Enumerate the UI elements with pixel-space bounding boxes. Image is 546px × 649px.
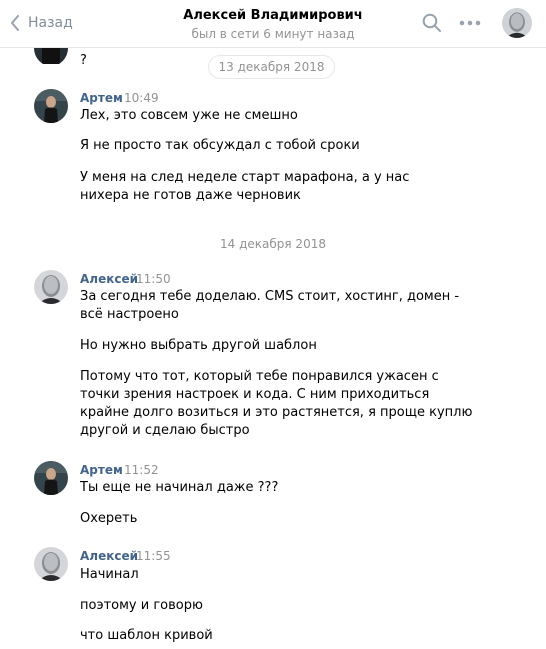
message-author[interactable]: Артем — [80, 91, 123, 105]
message-text: У меня на след неделе старт марафона, а … — [80, 170, 410, 203]
message-text: Но нужно выбрать другой шаблон — [80, 338, 317, 353]
message-text: Охереть — [80, 511, 138, 526]
message-author[interactable]: Артем — [80, 463, 123, 477]
message-text: За сегодня тебе доделаю. CMS стоит, хост… — [80, 289, 460, 322]
message-text: Я не просто так обсуждал с тобой сроки — [80, 138, 360, 153]
contact-avatar[interactable] — [502, 8, 532, 38]
message-text: Ты еще не начинал даже ??? — [80, 480, 279, 495]
message-text: Потому что тот, который тебе понравился … — [80, 369, 473, 438]
message-time[interactable]: 11:52 — [124, 463, 159, 477]
online-status: был в сети 6 минут назад — [191, 27, 355, 41]
message-time[interactable]: 10:49 — [124, 91, 159, 105]
avatar-aleksey[interactable] — [34, 270, 68, 304]
message-author[interactable]: Алексей — [80, 549, 138, 563]
search-icon[interactable] — [422, 13, 442, 33]
message-time[interactable]: 11:50 — [136, 272, 171, 286]
message-text: что шаблон кривой — [80, 628, 213, 643]
message-time[interactable]: 11:55 — [136, 549, 171, 563]
avatar-artem[interactable] — [34, 89, 68, 123]
more-horizontal-icon[interactable] — [459, 20, 481, 26]
date-separator: 14 декабря 2018 — [220, 237, 326, 251]
message-text: Начинал — [80, 567, 139, 582]
date-separator-floating: 13 декабря 2018 — [208, 55, 335, 79]
message-text: Лех, это совсем уже не смешно — [80, 108, 298, 123]
chat-header: Назад Алексей Владимирович был в сети 6 … — [0, 0, 546, 48]
message-author[interactable]: Алексей — [80, 272, 138, 286]
message-text: поэтому и говорю — [80, 598, 203, 613]
avatar-artem[interactable] — [34, 461, 68, 495]
avatar-aleksey[interactable] — [34, 547, 68, 581]
